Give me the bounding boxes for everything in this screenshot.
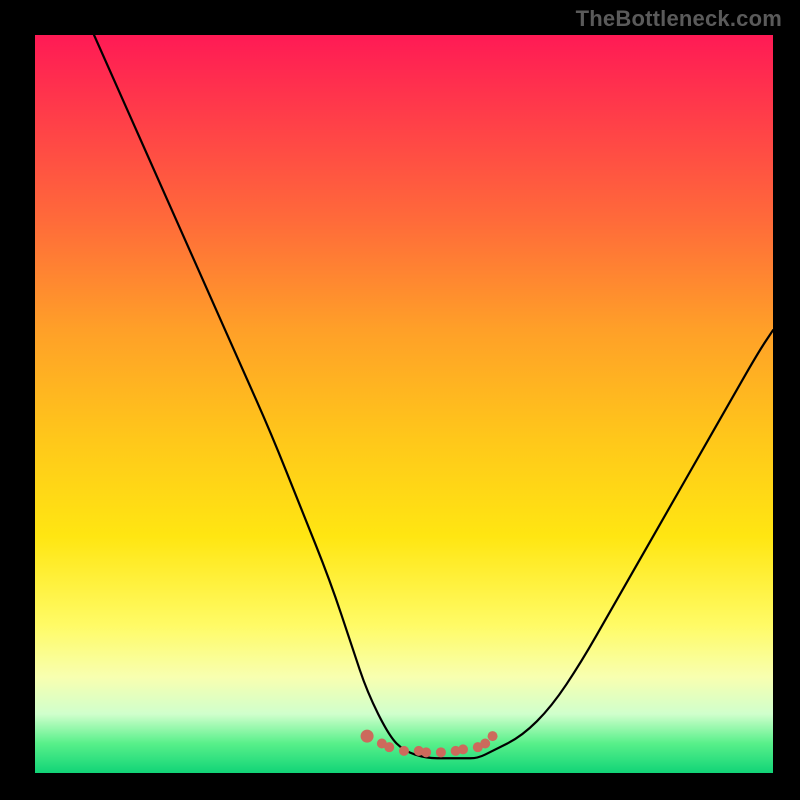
chart-frame: TheBottleneck.com	[0, 0, 800, 800]
curve-layer	[35, 35, 773, 773]
plot-area	[35, 35, 773, 773]
marker-dot	[480, 738, 490, 748]
marker-dot	[458, 744, 468, 754]
marker-dot	[384, 742, 394, 752]
marker-dot	[421, 747, 431, 757]
watermark-text: TheBottleneck.com	[576, 6, 782, 32]
optimal-range-markers	[361, 730, 498, 758]
marker-dot	[488, 731, 498, 741]
marker-dot	[361, 730, 374, 743]
marker-dot	[436, 747, 446, 757]
marker-dot	[399, 746, 409, 756]
bottleneck-curve	[94, 35, 773, 758]
